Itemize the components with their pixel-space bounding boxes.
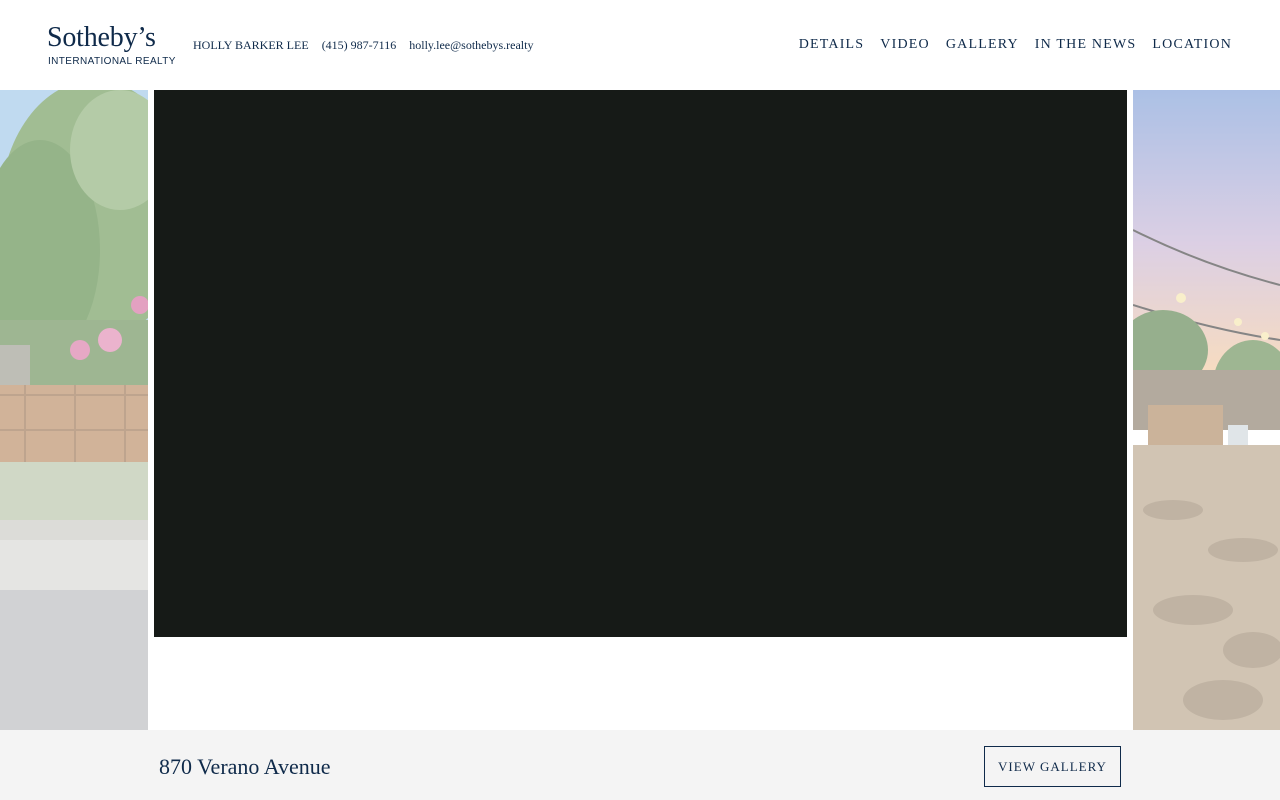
gallery-photo-right[interactable] bbox=[1133, 90, 1280, 730]
agent-email[interactable]: holly.lee@sothebys.realty bbox=[409, 38, 533, 52]
logo-tagline: INTERNATIONAL REALTY bbox=[48, 56, 176, 67]
view-gallery-button[interactable]: VIEW GALLERY bbox=[984, 746, 1121, 787]
agent-name: HOLLY BARKER LEE bbox=[193, 38, 309, 52]
property-video-player[interactable] bbox=[154, 90, 1127, 637]
gallery-photo-left[interactable] bbox=[0, 90, 148, 730]
nav-video[interactable]: VIDEO bbox=[880, 37, 930, 53]
logo-wordmark: Sotheby’s bbox=[47, 22, 156, 53]
site-header: Sotheby’s INTERNATIONAL REALTY HOLLY BAR… bbox=[0, 0, 1280, 90]
agent-phone[interactable]: (415) 987-7116 bbox=[322, 38, 397, 52]
main-nav: DETAILS VIDEO GALLERY IN THE NEWS LOCATI… bbox=[799, 37, 1232, 53]
property-bar: 870 Verano Avenue VIEW GALLERY bbox=[0, 730, 1280, 800]
video-spacer bbox=[148, 637, 1133, 730]
agent-contact: HOLLY BARKER LEE (415) 987-7116 holly.le… bbox=[193, 38, 543, 52]
photo-overlay bbox=[0, 90, 148, 730]
sothebys-logo[interactable]: Sotheby’s INTERNATIONAL REALTY bbox=[47, 22, 175, 68]
property-address: 870 Verano Avenue bbox=[159, 754, 331, 779]
photo-overlay bbox=[1133, 90, 1280, 730]
nav-details[interactable]: DETAILS bbox=[799, 37, 865, 53]
nav-location[interactable]: LOCATION bbox=[1152, 37, 1232, 53]
nav-in-the-news[interactable]: IN THE NEWS bbox=[1035, 37, 1137, 53]
nav-gallery[interactable]: GALLERY bbox=[946, 37, 1019, 53]
